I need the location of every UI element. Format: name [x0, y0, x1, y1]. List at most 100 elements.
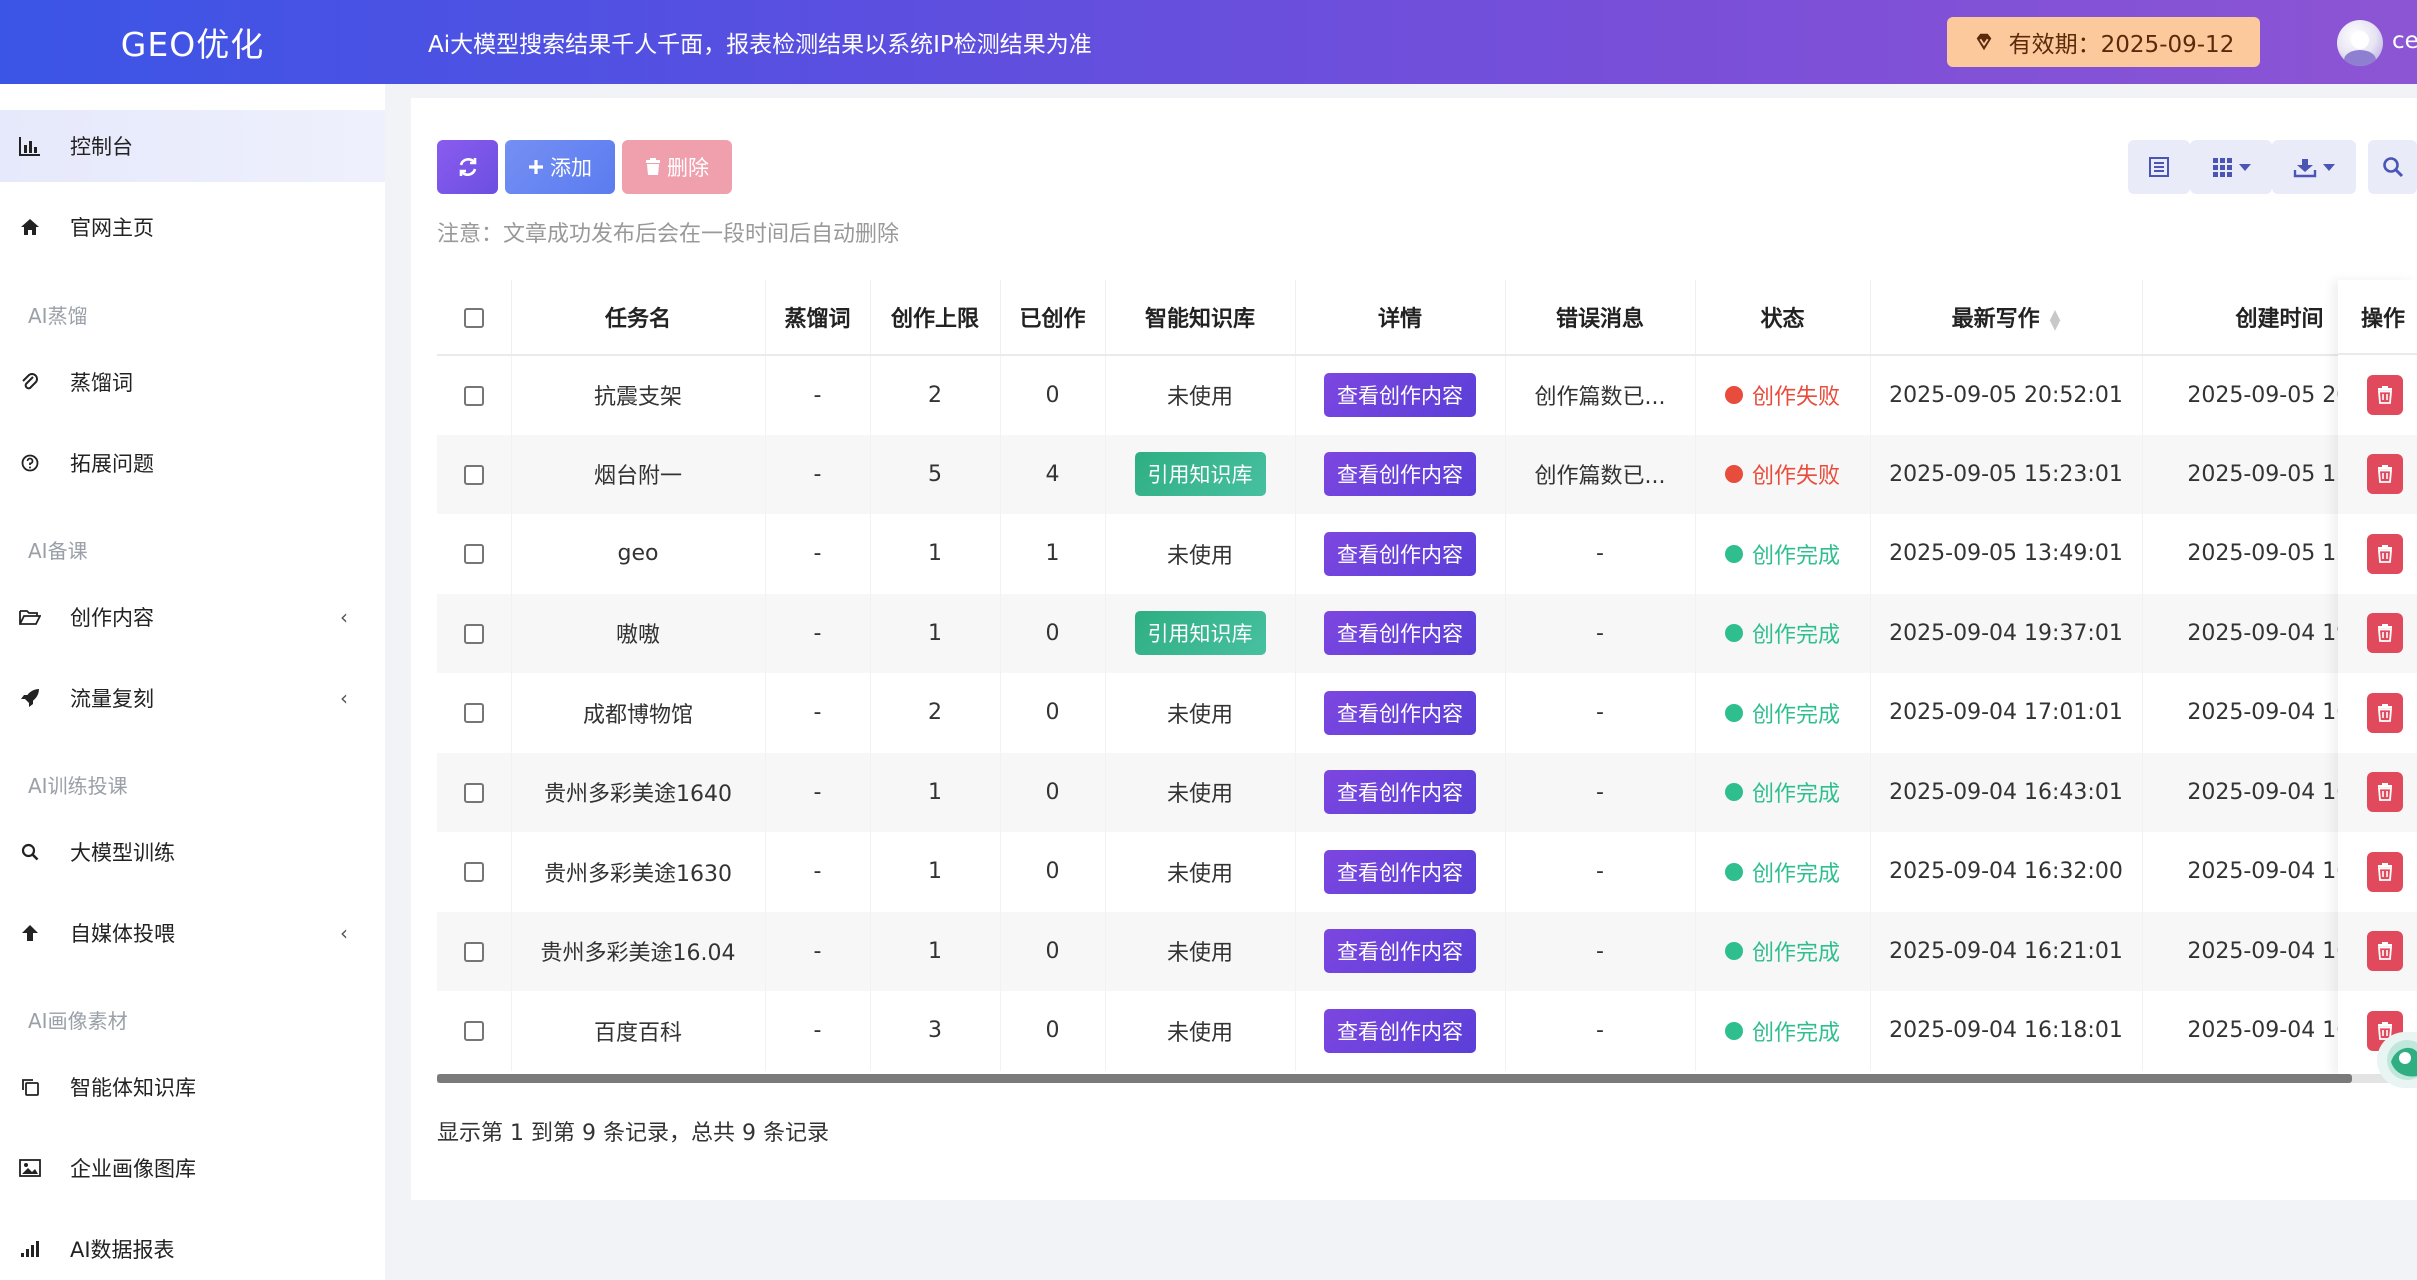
delete-button[interactable]: 删除	[622, 140, 732, 194]
detail-cell: 查看创作内容	[1295, 911, 1506, 991]
view-content-button[interactable]: 查看创作内容	[1324, 929, 1476, 974]
sidebar-item-console[interactable]: 控制台	[0, 110, 385, 182]
task-name-cell: 贵州多彩美途1640	[511, 752, 766, 832]
toggle-view-button[interactable]	[2128, 140, 2190, 194]
user-name[interactable]: ce	[2392, 28, 2417, 54]
table-row[interactable]: 贵州多彩美途16.04-1 0 未使用 查看创作内容 - 创作完成 2025-09-04 1…	[437, 911, 2417, 991]
export-button[interactable]	[2272, 140, 2356, 194]
status-badge: 创作完成	[1724, 617, 1840, 649]
column-header-limit[interactable]: 创作上限	[870, 280, 1001, 356]
avatar[interactable]	[2337, 20, 2383, 66]
table-row[interactable]: geo -1 1 未使用 查看创作内容 - 创作完成 2025-09-05 13:49:01 2…	[437, 514, 2417, 594]
add-button[interactable]: 添加	[505, 140, 615, 194]
columns-button[interactable]	[2190, 140, 2272, 194]
view-content-button[interactable]: 查看创作内容	[1324, 373, 1476, 418]
trash-icon	[2378, 465, 2392, 484]
view-content-button[interactable]: 查看创作内容	[1324, 611, 1476, 656]
expiry-badge: 有效期：2025-09-12	[1947, 17, 2260, 67]
row-checkbox[interactable]	[463, 544, 484, 565]
sidebar-item-distill-words[interactable]: 蒸馏词	[0, 346, 385, 418]
row-delete-button[interactable]	[2367, 374, 2403, 415]
row-delete-button[interactable]	[2367, 692, 2403, 733]
sidebar-item-image-gallery[interactable]: 企业画像图库	[0, 1132, 385, 1204]
status-badge: 创作失败	[1724, 458, 1840, 490]
column-header-task-name[interactable]: 任务名	[511, 280, 766, 356]
view-content-button[interactable]: 查看创作内容	[1324, 452, 1476, 497]
column-header-latest-write[interactable]: 最新写作 ▲ ▼	[1870, 280, 2143, 356]
sidebar-item-data-report[interactable]: AI数据报表	[0, 1213, 385, 1280]
sidebar-item-extend-questions[interactable]: 拓展问题	[0, 427, 385, 499]
row-delete-button[interactable]	[2367, 772, 2403, 813]
knowledge-base-tag[interactable]: 引用知识库	[1134, 611, 1266, 656]
column-header-knowledge-base[interactable]: 智能知识库	[1105, 280, 1296, 356]
view-content-button[interactable]: 查看创作内容	[1324, 849, 1476, 894]
sidebar-item-label: 拓展问题	[70, 452, 154, 476]
table-row[interactable]: 成都博物馆 -2 0 未使用 查看创作内容 - 创作完成 2025-09-04 17:01:0…	[437, 673, 2417, 753]
signal-icon	[18, 1237, 42, 1261]
table-row[interactable]: 抗震支架 -2 0 未使用 查看创作内容 创作篇数已... 创作失败 2025-09-05 2…	[437, 355, 2417, 435]
table-row[interactable]: 贵州多彩美途1630-1 0 未使用 查看创作内容 - 创作完成 2025-09-04 16…	[437, 832, 2417, 912]
sidebar-item-traffic-copy[interactable]: 流量复刻 ‹	[0, 662, 385, 734]
paperclip-icon	[18, 370, 42, 394]
error-cell: 创作篇数已...	[1505, 355, 1696, 435]
row-select-cell	[437, 991, 512, 1071]
limit-cell: 3	[870, 991, 1001, 1071]
status-text: 创作失败	[1751, 464, 1840, 490]
table-row[interactable]: 烟台附一 -5 4 引用知识库 查看创作内容 创作篇数已... 创作失败 2025-09-05…	[437, 434, 2417, 514]
horizontal-scrollbar[interactable]	[437, 1074, 2417, 1083]
row-delete-button[interactable]	[2367, 454, 2403, 495]
table-row[interactable]: 百度百科 -3 0 未使用 查看创作内容 - 创作完成 2025-09-04 16:18:01…	[437, 991, 2417, 1071]
row-delete-button[interactable]	[2367, 533, 2403, 574]
scrollbar-thumb[interactable]	[437, 1074, 2352, 1083]
row-checkbox[interactable]	[463, 782, 484, 803]
row-checkbox[interactable]	[463, 464, 484, 485]
latest-write-cell: 2025-09-04 16:18:01	[1870, 991, 2143, 1071]
column-header-distill-word[interactable]: 蒸馏词	[765, 280, 871, 356]
status-text: 创作失败	[1751, 385, 1840, 411]
row-checkbox[interactable]	[463, 1021, 484, 1042]
table-row[interactable]: 贵州多彩美途1640-1 0 未使用 查看创作内容 - 创作完成 2025-09-04 16…	[437, 752, 2417, 832]
app-logo[interactable]: GEO优化	[0, 18, 385, 66]
view-content-button[interactable]: 查看创作内容	[1324, 1008, 1476, 1053]
row-checkbox[interactable]	[463, 385, 484, 406]
sort-icon: ▲ ▼	[2049, 307, 2061, 333]
row-delete-button[interactable]	[2367, 851, 2403, 892]
row-checkbox[interactable]	[463, 941, 484, 962]
column-header-status[interactable]: 状态	[1695, 280, 1871, 356]
sidebar-item-model-training[interactable]: 大模型训练	[0, 816, 385, 888]
row-checkbox[interactable]	[463, 623, 484, 644]
view-content-button[interactable]: 查看创作内容	[1324, 690, 1476, 735]
view-content-button[interactable]: 查看创作内容	[1324, 770, 1476, 815]
delete-button-label: 删除	[667, 156, 709, 180]
latest-write-cell: 2025-09-04 19:37:01	[1870, 593, 2143, 673]
task-name-cell: 贵州多彩美途1630	[511, 832, 766, 912]
pagination-info: 显示第 1 到第 9 条记录，总共 9 条记录	[437, 1121, 829, 1146]
detail-cell: 查看创作内容	[1295, 832, 1506, 912]
sidebar-item-homepage[interactable]: 官网主页	[0, 191, 385, 263]
sidebar-item-label: 智能体知识库	[70, 1076, 196, 1100]
column-header-actions: 操作	[2338, 280, 2417, 355]
search-icon	[18, 840, 42, 864]
column-header-done[interactable]: 已创作	[1000, 280, 1106, 356]
distill-word-cell: -	[765, 911, 871, 991]
view-content-button[interactable]: 查看创作内容	[1324, 531, 1476, 576]
sidebar-item-media-feed[interactable]: 自媒体投喂 ‹	[0, 897, 385, 969]
row-delete-button[interactable]	[2367, 613, 2403, 654]
knowledge-base-text: 未使用	[1166, 782, 1233, 808]
sidebar-item-label: 官网主页	[70, 216, 154, 240]
done-cell: 0	[1000, 832, 1106, 912]
sidebar-item-knowledge-base[interactable]: 智能体知识库	[0, 1051, 385, 1123]
column-header-detail[interactable]: 详情	[1295, 280, 1506, 356]
table-row[interactable]: 嗷嗷 -1 0 引用知识库 查看创作内容 - 创作完成 2025-09-04 19:37:01…	[437, 593, 2417, 673]
row-delete-button[interactable]	[2367, 931, 2403, 972]
sidebar-item-content[interactable]: 创作内容 ‹	[0, 581, 385, 653]
row-checkbox[interactable]	[463, 862, 484, 883]
row-checkbox[interactable]	[463, 703, 484, 724]
add-button-label: 添加	[550, 156, 592, 180]
refresh-button[interactable]	[437, 140, 498, 194]
header-notice: Ai大模型搜索结果千人千面，报表检测结果以系统IP检测结果为准	[428, 32, 1092, 58]
select-all-checkbox[interactable]	[463, 307, 484, 328]
knowledge-base-tag[interactable]: 引用知识库	[1134, 452, 1266, 497]
search-toggle-button[interactable]	[2368, 140, 2417, 194]
column-header-error[interactable]: 错误消息	[1505, 280, 1696, 356]
